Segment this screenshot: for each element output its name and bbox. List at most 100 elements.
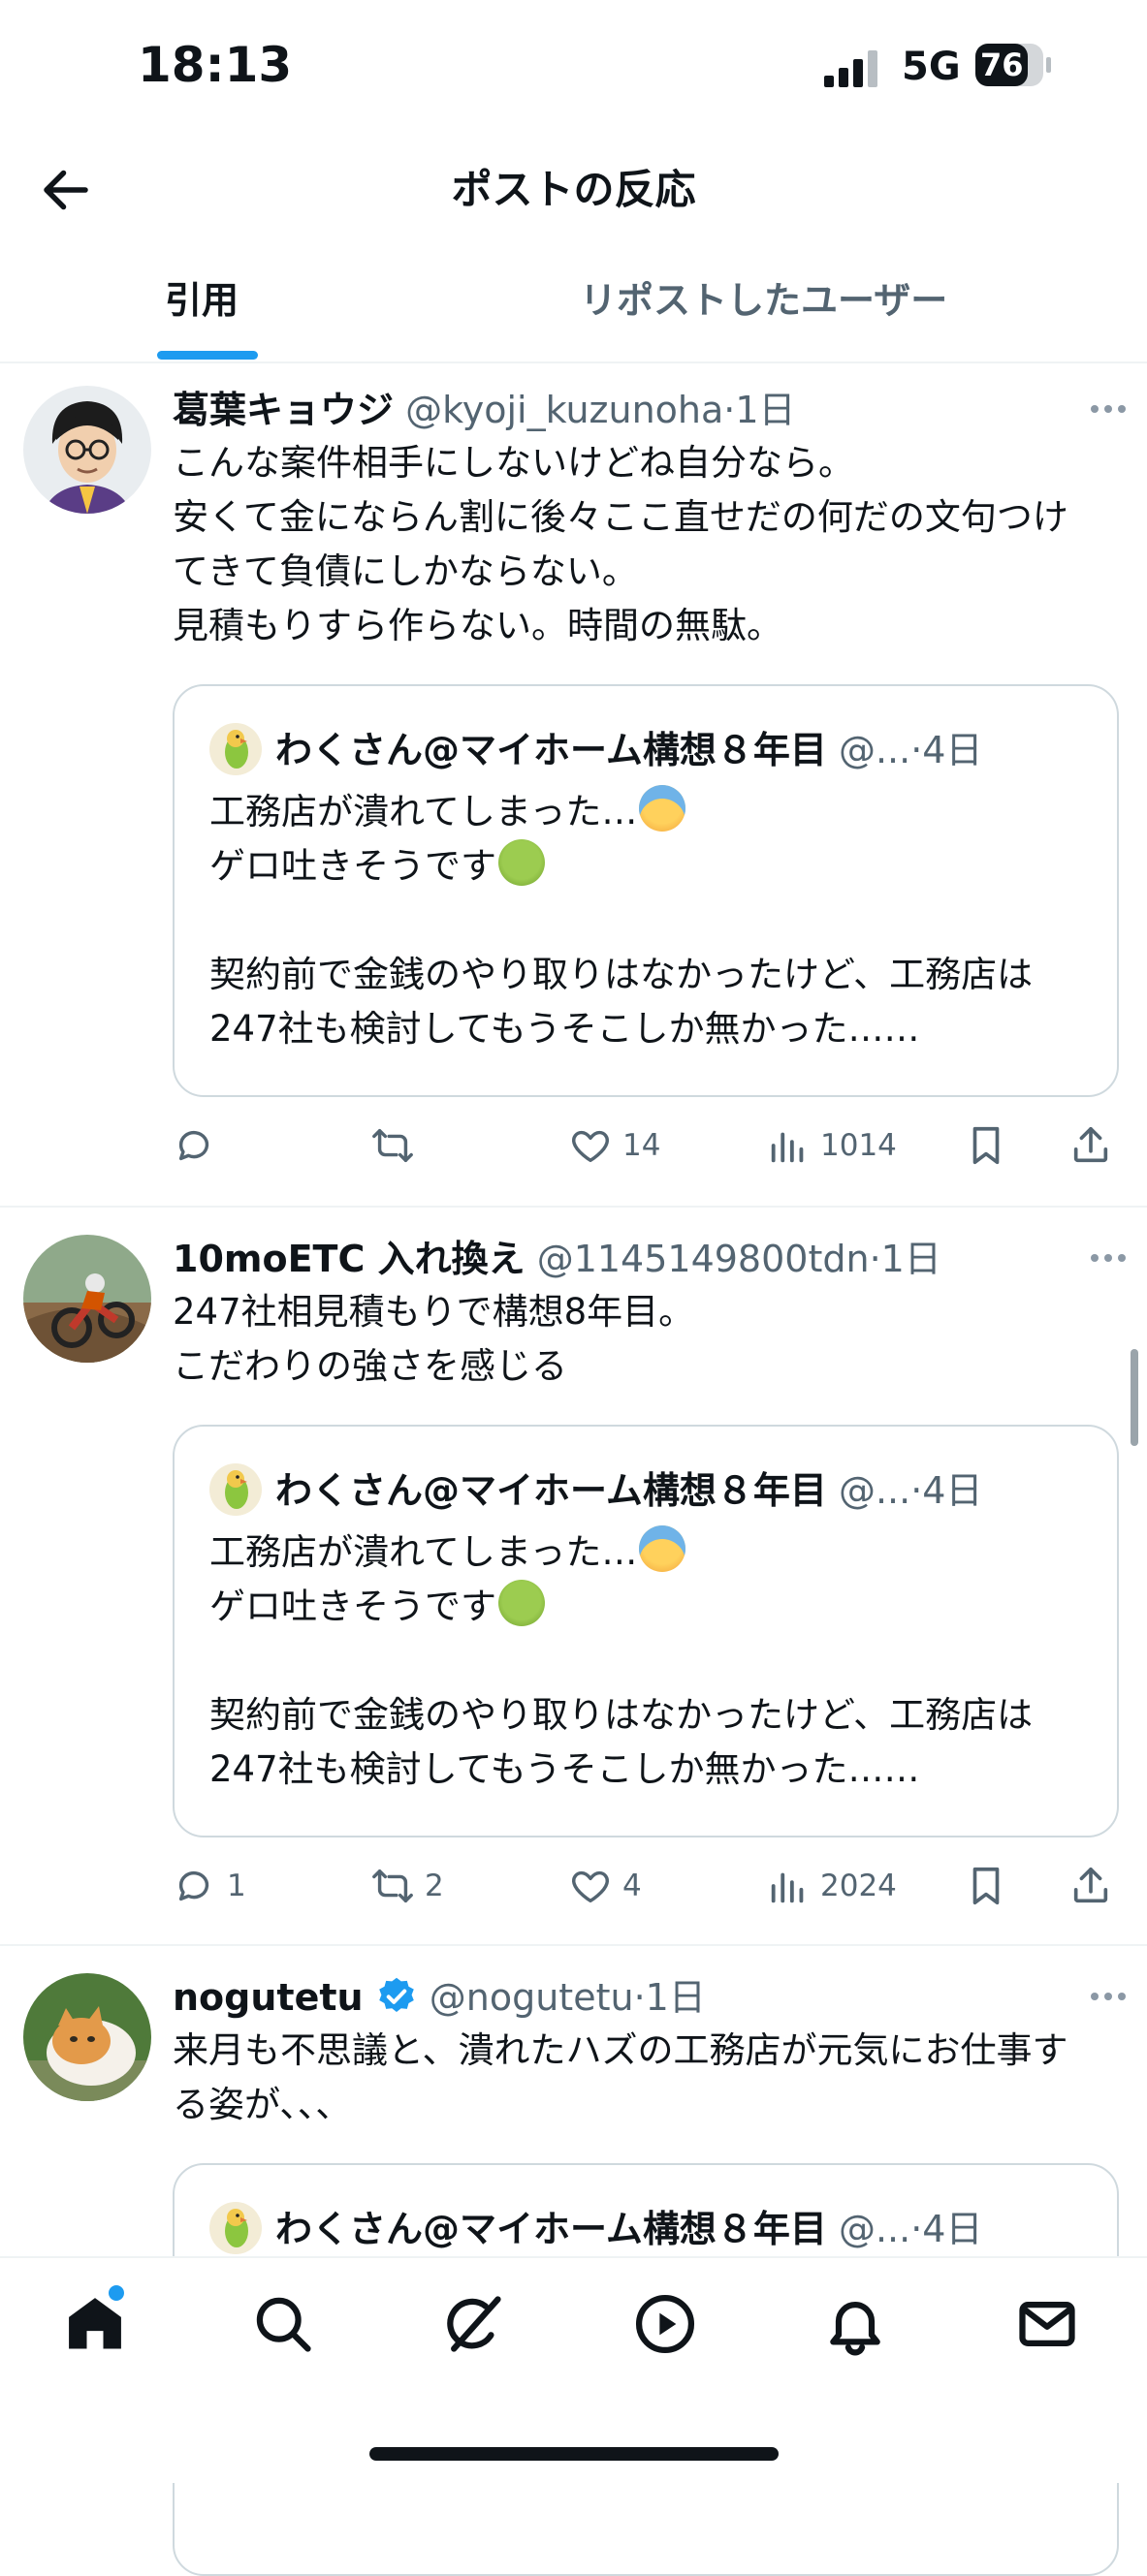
quoted-line: ゲロ吐きそうです bbox=[209, 1586, 496, 1627]
share-button[interactable] bbox=[1068, 1857, 1113, 1915]
bookmark-button[interactable] bbox=[964, 1116, 1008, 1175]
battery-icon: 76 bbox=[974, 43, 1052, 87]
active-tab-indicator bbox=[157, 351, 258, 360]
quoted-line: ゲロ吐きそうです bbox=[209, 845, 496, 887]
post-divider bbox=[0, 1206, 1147, 1208]
views-icon bbox=[771, 1132, 804, 1163]
like-button[interactable]: 4 bbox=[568, 1857, 642, 1915]
repost-button[interactable]: 2 bbox=[370, 1857, 444, 1915]
battery-level: 76 bbox=[980, 47, 1024, 83]
like-button[interactable]: 14 bbox=[568, 1116, 660, 1175]
nav-grok[interactable] bbox=[440, 2291, 506, 2357]
anxious-sweat-emoji-icon bbox=[639, 1525, 686, 1572]
tab-quotes[interactable]: 引用 bbox=[165, 271, 239, 330]
share-icon bbox=[1073, 1126, 1108, 1163]
repost-button[interactable] bbox=[370, 1116, 425, 1175]
post-actions: 1 2 4 2024 bbox=[173, 1857, 1132, 1915]
quoted-author-name: わくさん@マイホーム構想８年目 bbox=[275, 729, 827, 771]
views-button[interactable]: 2024 bbox=[766, 1857, 897, 1915]
bookmark-icon bbox=[972, 1867, 1000, 1905]
quoted-author-handle: @... bbox=[838, 2208, 911, 2250]
quoted-line: 契約前で金銭のやり取りはなかったけど、工務店は247社も検討してもうそこしか無か… bbox=[209, 1694, 1034, 1790]
quoted-post-time: ·4日 bbox=[910, 1469, 983, 1512]
video-icon bbox=[635, 2294, 695, 2354]
quoted-post[interactable]: わくさん@マイホーム構想８年目 @...·4日 工務店が潰れてしまった… ゲロ吐… bbox=[173, 684, 1119, 1097]
quoted-author-handle: @... bbox=[838, 729, 911, 771]
quoted-text: 工務店が潰れてしまった… ゲロ吐きそうです 契約前で金銭のやり取りはなかったけど… bbox=[209, 1525, 1092, 1797]
home-indicator[interactable] bbox=[369, 2447, 779, 2461]
reply-icon bbox=[178, 1870, 209, 1901]
search-icon bbox=[256, 2297, 311, 2352]
more-options-icon[interactable] bbox=[1089, 403, 1128, 415]
author-handle[interactable]: @kyoji_kuzunoha bbox=[405, 389, 723, 431]
verified-badge-icon bbox=[378, 1977, 414, 2012]
post-meta: 10moETC 入れ換え @1145149800tdn·1日 bbox=[173, 1235, 941, 1283]
quoted-post-time: ·4日 bbox=[910, 2208, 983, 2250]
bookmark-button[interactable] bbox=[964, 1857, 1008, 1915]
quoted-text: 工務店が潰れてしまった… ゲロ吐きそうです 契約前で金銭のやり取りはなかったけど… bbox=[209, 785, 1092, 1056]
author-handle[interactable]: @nogutetu bbox=[430, 1976, 634, 2019]
quoted-line: 工務店が潰れてしまった… bbox=[209, 1531, 638, 1573]
heart-icon bbox=[572, 1130, 609, 1163]
views-button[interactable]: 1014 bbox=[766, 1116, 897, 1175]
messages-icon bbox=[1019, 2302, 1075, 2346]
quoted-line: 工務店が潰れてしまった… bbox=[209, 791, 638, 832]
nav-messages[interactable] bbox=[1014, 2291, 1080, 2357]
avatar[interactable] bbox=[23, 1235, 151, 1363]
author-name[interactable]: 葛葉キョウジ bbox=[173, 389, 394, 431]
reply-button[interactable]: 1 bbox=[173, 1857, 246, 1915]
quoted-author-name: わくさん@マイホーム構想８年目 bbox=[275, 2208, 827, 2250]
share-icon bbox=[1073, 1867, 1108, 1903]
share-button[interactable] bbox=[1068, 1116, 1113, 1175]
bookmark-icon bbox=[972, 1126, 1000, 1165]
status-time: 18:13 bbox=[138, 37, 293, 93]
author-name[interactable]: nogutetu bbox=[173, 1976, 364, 2019]
avatar[interactable] bbox=[23, 386, 151, 514]
post-meta: nogutetu @nogutetu·1日 bbox=[173, 1973, 706, 2022]
page-title: ポストの反応 bbox=[451, 166, 696, 213]
quoted-meta: わくさん@マイホーム構想８年目 @...·4日 bbox=[275, 2202, 982, 2256]
like-count: 4 bbox=[622, 1869, 642, 1903]
more-options-icon[interactable] bbox=[1089, 1252, 1128, 1264]
view-count: 1014 bbox=[820, 1128, 897, 1163]
post-actions: 14 1014 bbox=[173, 1116, 1132, 1175]
more-options-icon[interactable] bbox=[1089, 1991, 1128, 2002]
notifications-icon bbox=[830, 2302, 880, 2356]
post-time: ·1日 bbox=[633, 1976, 706, 2019]
views-icon bbox=[771, 1872, 804, 1903]
reply-button[interactable] bbox=[173, 1116, 227, 1175]
avatar[interactable] bbox=[23, 1973, 151, 2101]
nav-home[interactable] bbox=[62, 2291, 128, 2357]
post-text: 247社相見積もりで構想8年目。 こだわりの強さを感じる bbox=[173, 1291, 695, 1387]
author-handle[interactable]: @1145149800tdn bbox=[537, 1238, 870, 1280]
quoted-meta: わくさん@マイホーム構想８年目 @...·4日 bbox=[275, 723, 982, 777]
signal-icon bbox=[824, 50, 877, 87]
post-time: ·1日 bbox=[723, 389, 796, 431]
home-icon bbox=[69, 2298, 121, 2349]
repost-icon bbox=[372, 1128, 413, 1163]
nav-video[interactable] bbox=[632, 2291, 698, 2357]
quoted-post[interactable]: わくさん@マイホーム構想８年目 @...·4日 工務店が潰れてしまった… ゲロ吐… bbox=[173, 1425, 1119, 1838]
nauseated-face-emoji-icon bbox=[498, 1580, 545, 1626]
repost-icon bbox=[372, 1869, 413, 1903]
nav-notifications[interactable] bbox=[822, 2291, 888, 2357]
quoted-post-time: ·4日 bbox=[910, 729, 983, 771]
tab-reposts[interactable]: リポストしたユーザー bbox=[580, 271, 947, 330]
repost-count: 2 bbox=[425, 1869, 444, 1903]
quoted-line: 契約前で金銭のやり取りはなかったけど、工務店は247社も検討してもうそこしか無か… bbox=[209, 954, 1034, 1050]
nav-search[interactable] bbox=[250, 2291, 316, 2357]
post-text: こんな案件相手にしないけどね自分なら。 安くて金にならん割に後々ここ直せだの何だ… bbox=[173, 442, 1068, 646]
author-name[interactable]: 10moETC 入れ換え bbox=[173, 1238, 526, 1280]
network-label: 5G bbox=[902, 45, 961, 89]
quoted-meta: わくさん@マイホーム構想８年目 @...·4日 bbox=[275, 1463, 982, 1518]
quoted-author-handle: @... bbox=[838, 1469, 911, 1512]
scrollbar[interactable] bbox=[1131, 1349, 1138, 1446]
reply-icon bbox=[178, 1130, 209, 1161]
nauseated-face-emoji-icon bbox=[498, 839, 545, 886]
quoted-author-name: わくさん@マイホーム構想８年目 bbox=[275, 1469, 827, 1512]
status-bar: 18:13 5G 76 bbox=[0, 0, 1147, 136]
view-count: 2024 bbox=[820, 1869, 897, 1903]
reply-count: 1 bbox=[227, 1869, 246, 1903]
anxious-sweat-emoji-icon bbox=[639, 785, 686, 832]
post-meta: 葛葉キョウジ @kyoji_kuzunoha·1日 bbox=[173, 386, 796, 434]
